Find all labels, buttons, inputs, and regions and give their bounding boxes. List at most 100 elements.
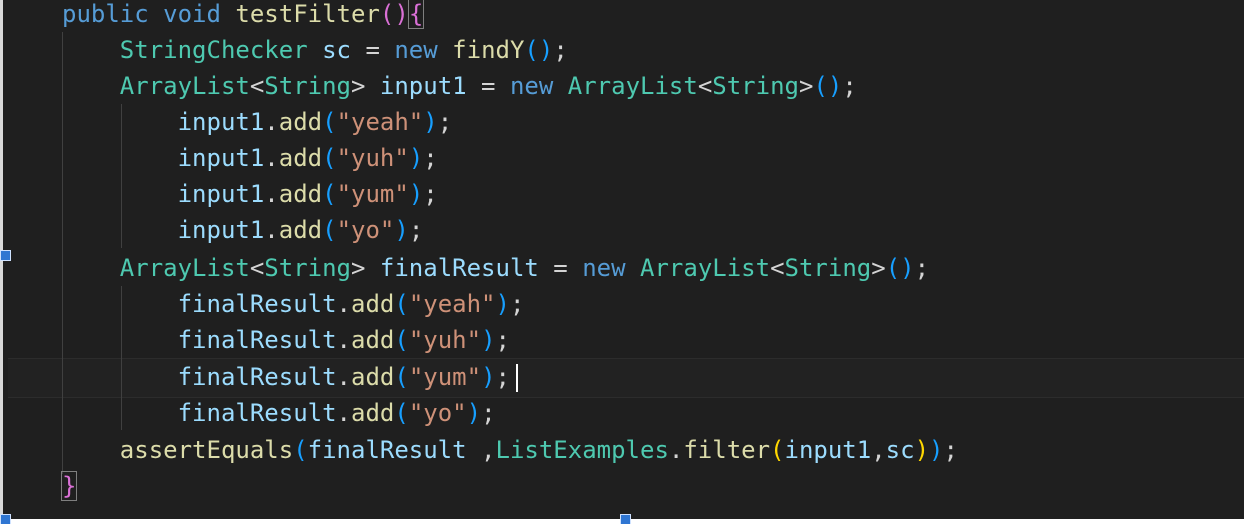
code-token: < xyxy=(697,72,713,100)
code-token: ( xyxy=(813,72,828,100)
code-token: finalResult xyxy=(177,290,337,318)
code-line-6[interactable]: input1.add("yum"); xyxy=(62,176,438,212)
code-token: ArrayList xyxy=(567,72,698,100)
code-token: , xyxy=(871,436,886,464)
code-token: input1 xyxy=(177,144,265,172)
code-token: = xyxy=(351,36,395,64)
code-token: "yeah" xyxy=(408,290,496,318)
code-token: input1 xyxy=(379,72,467,100)
code-line-8[interactable]: ArrayList<String> finalResult = new Arra… xyxy=(62,250,929,286)
code-token: ListExamples xyxy=(495,436,669,464)
code-token: testFilter xyxy=(235,0,380,28)
code-token: "yum" xyxy=(408,363,482,391)
code-token: sc xyxy=(322,36,351,64)
code-token: assertEquals xyxy=(119,436,294,464)
bracket-match-open: { xyxy=(407,0,425,29)
code-token: String xyxy=(712,72,799,100)
code-token: String xyxy=(264,254,351,282)
code-token: ; xyxy=(914,254,930,282)
code-token: > xyxy=(798,72,814,100)
code-line-7[interactable]: input1.add("yo"); xyxy=(62,212,424,248)
code-token: "yo" xyxy=(336,216,395,244)
code-token: new xyxy=(582,254,626,282)
code-token: finalResult xyxy=(307,436,467,464)
code-token: String xyxy=(264,72,351,100)
code-token: ) xyxy=(827,72,843,100)
code-token: ) xyxy=(394,0,409,28)
code-token: finalResult xyxy=(177,326,337,354)
code-token: sc xyxy=(885,436,915,464)
code-line-12[interactable]: finalResult.add("yo"); xyxy=(62,395,496,431)
code-token: . xyxy=(336,290,351,318)
code-line-9[interactable]: finalResult.add("yeah"); xyxy=(62,286,525,322)
code-token: ) xyxy=(394,216,409,244)
code-token: findY xyxy=(452,36,525,64)
code-token: ; xyxy=(495,363,510,391)
code-token: ( xyxy=(322,180,337,208)
code-token: input1 xyxy=(177,216,265,244)
code-line-4[interactable]: input1.add("yeah"); xyxy=(62,104,453,140)
bracket-match-close: } xyxy=(60,471,78,501)
resize-handle-bottom[interactable] xyxy=(620,514,631,524)
code-token: ( xyxy=(524,36,539,64)
code-token: input1 xyxy=(177,180,265,208)
code-token: StringChecker xyxy=(119,36,308,64)
code-token: add xyxy=(278,144,323,172)
code-token: void xyxy=(163,0,221,28)
code-token: ; xyxy=(842,72,857,100)
code-token: ) xyxy=(929,436,944,464)
code-token: filter xyxy=(683,436,771,464)
code-token: add xyxy=(351,399,395,427)
code-token: ) xyxy=(466,399,482,427)
code-editor[interactable]: public void testFilter(){ StringChecker … xyxy=(0,0,1244,524)
code-line-1[interactable]: public void testFilter(){ xyxy=(62,0,425,32)
code-token: > xyxy=(871,254,886,282)
resize-handle-left[interactable] xyxy=(0,250,11,261)
code-line-14[interactable]: } xyxy=(60,468,78,504)
code-line-13[interactable]: assertEquals(finalResult ,ListExamples.f… xyxy=(62,432,958,468)
code-token: . xyxy=(264,108,279,136)
code-token: ( xyxy=(379,0,395,28)
code-token: input1 xyxy=(177,108,265,136)
code-token: ) xyxy=(900,254,915,282)
code-token: ) xyxy=(481,363,496,391)
code-token: ( xyxy=(394,399,409,427)
code-token: ; xyxy=(943,436,958,464)
code-token: ( xyxy=(322,144,337,172)
code-line-10[interactable]: finalResult.add("yuh"); xyxy=(62,322,510,358)
code-token: ; xyxy=(423,144,438,172)
code-token: < xyxy=(249,254,265,282)
code-token: ArrayList xyxy=(119,254,250,282)
code-token: ) xyxy=(538,36,554,64)
code-token: . xyxy=(264,180,279,208)
code-token: . xyxy=(336,363,351,391)
code-token: . xyxy=(336,399,351,427)
code-line-3[interactable]: ArrayList<String> input1 = new ArrayList… xyxy=(62,68,857,104)
code-line-2[interactable]: StringChecker sc = new findY(); xyxy=(62,32,568,68)
code-token: ; xyxy=(553,36,568,64)
code-token: "yuh" xyxy=(408,326,482,354)
code-token: public xyxy=(62,0,149,28)
code-token: = xyxy=(466,72,510,100)
code-token: ( xyxy=(394,326,409,354)
code-token: new xyxy=(394,36,438,64)
code-token: ) xyxy=(408,180,424,208)
code-token: finalResult xyxy=(379,254,539,282)
code-line-11[interactable]: finalResult.add("yum"); xyxy=(62,359,510,395)
code-token: new xyxy=(509,72,554,100)
code-token: "yuh" xyxy=(336,144,409,172)
code-line-5[interactable]: input1.add("yuh"); xyxy=(62,140,438,176)
resize-handle-bottom-left[interactable] xyxy=(0,514,11,524)
code-token: add xyxy=(351,363,395,391)
